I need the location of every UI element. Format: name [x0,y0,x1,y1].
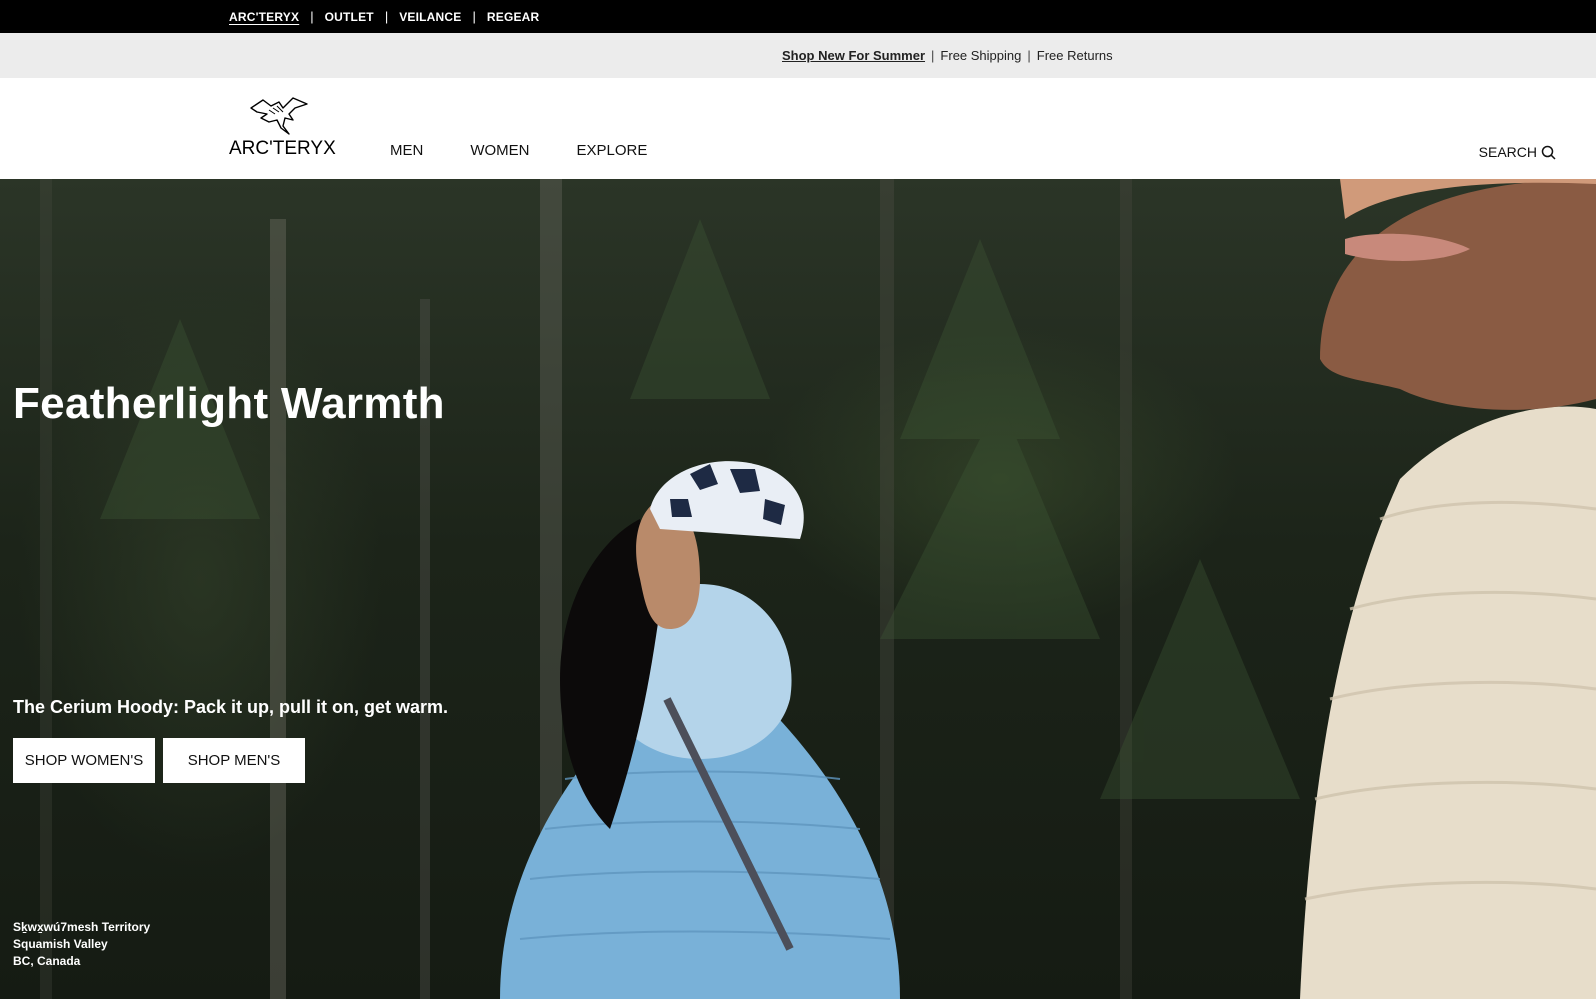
photo-location: Sḵwx̱wú7mesh Territory Squamish Valley B… [13,919,150,970]
logo[interactable]: ARC'TERYX [229,96,336,162]
hero-banner: Featherlight Warmth The Cerium Hoody: Pa… [0,179,1596,999]
brand-separator: | [384,9,389,24]
promo-shop-link[interactable]: Shop New For Summer [782,48,925,63]
promo-separator: | [931,48,935,63]
brand-separator: | [472,9,476,24]
promo-banner: Shop New For Summer | Free Shipping | Fr… [0,33,1596,78]
nav-item-explore[interactable]: EXPLORE [577,142,648,159]
site-header: ARC'TERYX MEN WOMEN EXPLORE SEARCH [0,78,1596,180]
search-button[interactable]: SEARCH [1479,144,1556,160]
location-region: BC, Canada [13,954,81,968]
search-icon [1541,145,1556,160]
promo-returns: Free Returns [1036,48,1113,63]
archaeopteryx-logo-icon [250,97,308,135]
brand-link-outlet[interactable]: OUTLET [325,10,374,24]
brand-link-veilance[interactable]: VEILANCE [399,10,461,24]
brand-link-regear[interactable]: REGEAR [487,10,540,24]
nav-item-women[interactable]: WOMEN [470,142,529,159]
logo-wordmark: ARC'TERYX [229,138,336,159]
brand-links: ARC'TERYX | OUTLET | VEILANCE | REGEAR [229,0,539,33]
brand-separator: | [310,9,314,24]
shop-mens-button[interactable]: SHOP MEN'S [163,738,305,783]
brand-bar: ARC'TERYX | OUTLET | VEILANCE | REGEAR [0,0,1596,33]
promo-separator: | [1027,48,1031,63]
hero-subhead: The Cerium Hoody: Pack it up, pull it on… [13,697,449,717]
brand-link-arcteryx[interactable]: ARC'TERYX [229,10,299,24]
shop-womens-button[interactable]: SHOP WOMEN'S [13,738,155,783]
location-valley: Squamish Valley [13,937,108,951]
main-nav: MEN WOMEN EXPLORE [390,142,694,159]
promo-shipping: Free Shipping [940,48,1022,63]
location-territory: Sḵwx̱wú7mesh Territory [13,920,151,934]
hero-image [40,179,1596,999]
nav-item-men[interactable]: MEN [390,142,423,159]
hero-headline: Featherlight Warmth [13,379,445,428]
search-label: SEARCH [1478,144,1537,160]
